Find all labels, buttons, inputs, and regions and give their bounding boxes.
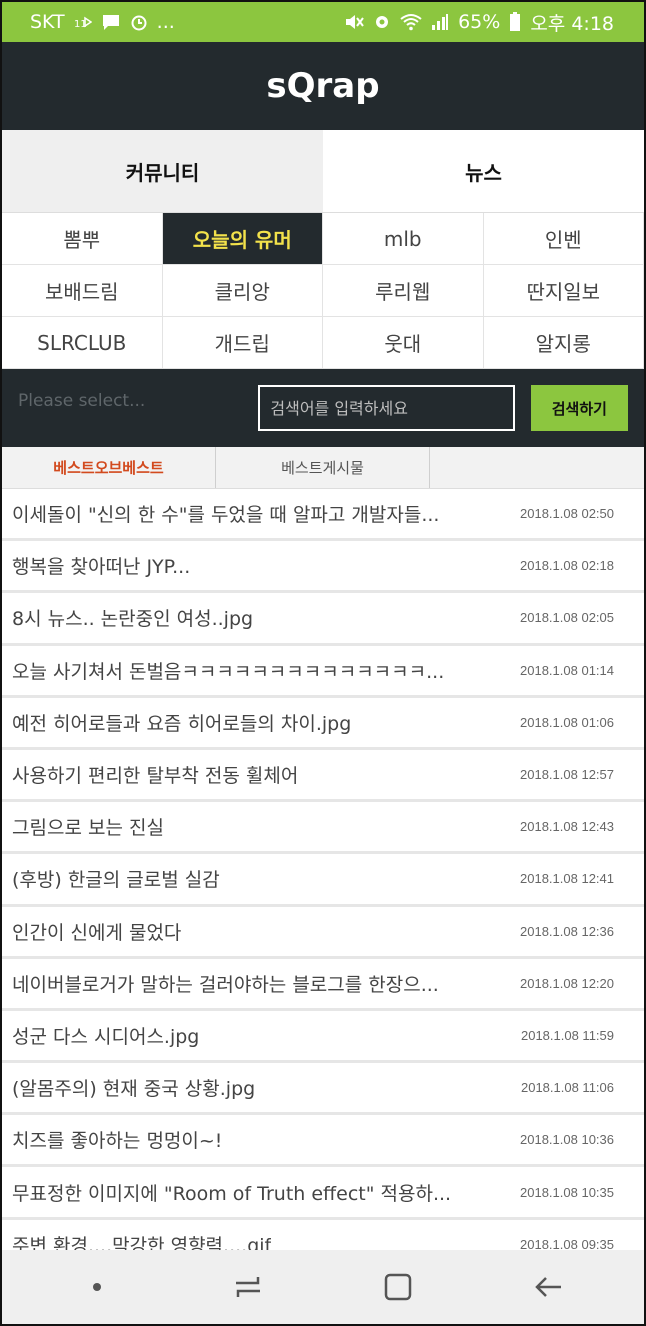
signal-icon — [431, 13, 449, 31]
post-time: 2018.1.08 12:36 — [520, 923, 614, 939]
site-item[interactable]: 클리앙 — [162, 265, 323, 317]
post-title: (알몸주의) 현재 중국 상황.jpg — [12, 1078, 256, 1101]
post-time: 2018.1.08 10:35 — [520, 1184, 614, 1200]
battery-percent: 65% — [458, 11, 501, 33]
back-icon[interactable] — [509, 1257, 589, 1317]
post-time: 2018.1.08 12:57 — [520, 767, 614, 783]
search-bar: Please select... 검색하기 — [2, 369, 644, 447]
site-item[interactable]: 뽐뿌 — [2, 213, 163, 265]
app-bar: sQrap — [2, 42, 644, 130]
post-time: 2018.1.08 12:43 — [520, 819, 614, 835]
site-item[interactable]: 알지롱 — [483, 317, 644, 369]
post-title: 무표정한 이미지에 "Room of Truth effect" 적용하... — [12, 1182, 452, 1205]
nav-bar — [2, 1250, 644, 1324]
tab-best-posts[interactable]: 베스트게시물 — [216, 447, 430, 488]
post-row[interactable]: 무표정한 이미지에 "Room of Truth effect" 적용하... … — [2, 1167, 644, 1220]
app-title: sQrap — [266, 66, 380, 106]
post-row[interactable]: 8시 뉴스.. 논란중인 여성..jpg 2018.1.08 02:05 — [2, 593, 644, 646]
post-title: 사용하기 편리한 탈부착 전동 휠체어 — [12, 765, 299, 788]
post-row[interactable]: 행복을 찾아떠난 JYP... 2018.1.08 02:18 — [2, 541, 644, 594]
post-time: 2018.1.08 12:20 — [520, 975, 614, 991]
status-left: SKT 11 ... — [30, 11, 175, 33]
post-title: 오늘 사기쳐서 돈벌음ㅋㅋㅋㅋㅋㅋㅋㅋㅋㅋㅋㅋㅋㅋ... — [12, 660, 445, 683]
tab-best-of-best[interactable]: 베스트오브베스트 — [2, 447, 216, 488]
home-icon[interactable] — [358, 1257, 438, 1317]
post-title: 인간이 신에게 물었다 — [12, 921, 182, 944]
post-title: 네이버블로거가 말하는 걸러야하는 블로그를 한장으... — [12, 973, 439, 996]
post-title: 치즈를 좋아하는 멍멍이~! — [12, 1130, 223, 1153]
site-grid: 뽐뿌 오늘의 유머 mlb 인벤 보배드림 클리앙 루리웹 딴지일보 SLRCL… — [2, 212, 644, 369]
post-list: 이세돌이 "신의 한 수"를 두었을 때 알파고 개발자들... 2018.1.… — [2, 489, 644, 1272]
search-input[interactable] — [258, 385, 515, 431]
post-row[interactable]: 오늘 사기쳐서 돈벌음ㅋㅋㅋㅋㅋㅋㅋㅋㅋㅋㅋㅋㅋㅋ... 2018.1.08 0… — [2, 646, 644, 698]
main-tabs: 커뮤니티 뉴스 — [2, 130, 644, 212]
site-item[interactable]: 보배드림 — [2, 265, 163, 317]
post-row[interactable]: 이세돌이 "신의 한 수"를 두었을 때 알파고 개발자들... 2018.1.… — [2, 489, 644, 542]
settings-icon — [373, 13, 391, 31]
post-time: 2018.1.08 11:06 — [520, 1080, 614, 1096]
tab-community[interactable]: 커뮤니티 — [2, 130, 323, 212]
status-right: 65% 오후 4:18 — [344, 9, 614, 36]
tab-news[interactable]: 뉴스 — [323, 130, 644, 212]
post-row[interactable]: 그림으로 보는 진실 2018.1.08 12:43 — [2, 802, 644, 855]
site-item[interactable]: 개드립 — [162, 317, 323, 369]
post-title: 행복을 찾아떠난 JYP... — [12, 556, 191, 579]
post-title: 성군 다스 시디어스.jpg — [12, 1025, 200, 1048]
battery-icon — [509, 12, 521, 32]
post-row[interactable]: 사용하기 편리한 탈부착 전동 휠체어 2018.1.08 12:57 — [2, 750, 644, 803]
post-time: 2018.1.08 01:06 — [520, 714, 614, 730]
message-icon — [101, 13, 121, 31]
post-time: 2018.1.08 10:36 — [520, 1132, 614, 1148]
lte-icon: 11 — [74, 15, 92, 29]
post-time: 2018.1.08 12:41 — [520, 871, 614, 887]
post-time: 2018.1.08 02:50 — [520, 506, 614, 522]
wifi-icon — [400, 13, 422, 31]
recent-apps-icon[interactable] — [208, 1257, 288, 1317]
post-title: 8시 뉴스.. 논란중인 여성..jpg — [12, 608, 254, 631]
status-more: ... — [156, 11, 175, 33]
dot-icon[interactable] — [57, 1257, 137, 1317]
site-item[interactable]: 딴지일보 — [483, 265, 644, 317]
clock: 오후 4:18 — [530, 12, 614, 35]
sub-tabs: 베스트오브베스트 베스트게시물 — [2, 447, 644, 489]
post-row[interactable]: 네이버블로거가 말하는 걸러야하는 블로그를 한장으... 2018.1.08 … — [2, 959, 644, 1011]
post-time: 2018.1.08 02:18 — [520, 558, 614, 574]
post-row[interactable]: (알몸주의) 현재 중국 상황.jpg 2018.1.08 11:06 — [2, 1063, 644, 1116]
post-time: 2018.1.08 11:59 — [520, 1027, 614, 1043]
post-row[interactable]: (후방) 한글의 글로벌 실감 2018.1.08 12:41 — [2, 854, 644, 907]
screen: SKT 11 ... 65% 오후 4:18 sQrap 커뮤니티 뉴스 뽐뿌 … — [0, 0, 646, 1326]
post-row[interactable]: 예전 히어로들과 요즘 히어로들의 차이.jpg 2018.1.08 01:06 — [2, 698, 644, 750]
carrier-label: SKT — [30, 11, 65, 33]
post-row[interactable]: 치즈를 좋아하는 멍멍이~! 2018.1.08 10:36 — [2, 1115, 644, 1168]
post-time: 2018.1.08 01:14 — [520, 662, 614, 678]
sub-tab-empty — [430, 447, 638, 488]
site-item[interactable]: SLRCLUB — [2, 317, 163, 369]
site-item[interactable]: 루리웹 — [323, 265, 484, 317]
site-item[interactable]: 인벤 — [483, 213, 644, 265]
site-item-selected[interactable]: 오늘의 유머 — [162, 213, 323, 265]
post-row[interactable]: 인간이 신에게 물었다 2018.1.08 12:36 — [2, 907, 644, 959]
site-select-dropdown[interactable]: Please select... — [18, 385, 242, 431]
post-row[interactable]: 성군 다스 시디어스.jpg 2018.1.08 11:59 — [2, 1011, 644, 1064]
search-button[interactable]: 검색하기 — [530, 385, 628, 431]
post-title: 예전 히어로들과 요즘 히어로들의 차이.jpg — [12, 712, 352, 735]
post-title: 이세돌이 "신의 한 수"를 두었을 때 알파고 개발자들... — [12, 504, 440, 527]
mute-icon — [344, 13, 364, 31]
site-item[interactable]: 웃대 — [323, 317, 484, 369]
post-title: 그림으로 보는 진실 — [12, 817, 164, 840]
status-bar: SKT 11 ... 65% 오후 4:18 — [2, 2, 644, 42]
site-item[interactable]: mlb — [323, 213, 484, 265]
post-time: 2018.1.08 02:05 — [520, 610, 614, 626]
alarm-icon — [130, 13, 148, 31]
post-title: (후방) 한글의 글로벌 실감 — [12, 869, 220, 892]
